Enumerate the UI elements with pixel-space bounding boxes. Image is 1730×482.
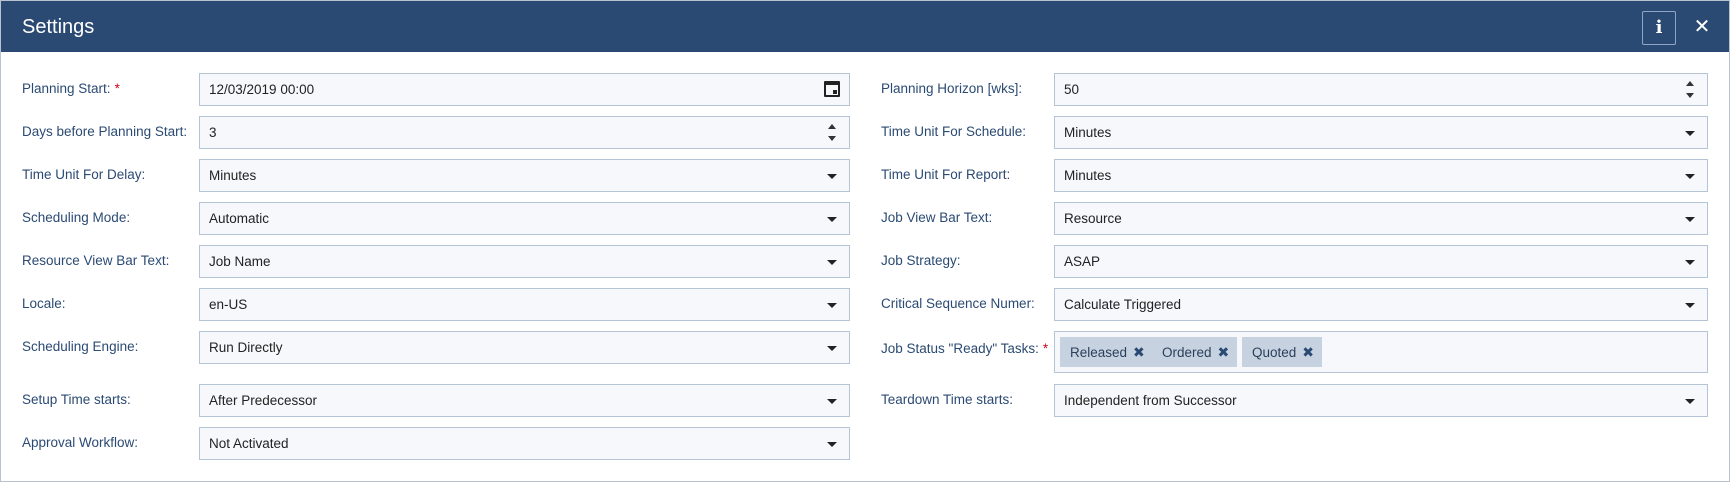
planning-horizon-label: Planning Horizon [wks]: (881, 81, 1023, 96)
tag-quoted: Quoted ✖ (1242, 337, 1323, 367)
time-unit-report-value: Minutes (1064, 168, 1112, 183)
teardown-time-starts-select[interactable]: Independent from Successor (1054, 384, 1708, 417)
job-strategy-select[interactable]: ASAP (1054, 245, 1708, 278)
info-button[interactable]: i (1642, 11, 1676, 45)
resource-view-bar-text-select[interactable]: Job Name (199, 245, 850, 278)
scheduling-engine-label: Scheduling Engine: (22, 339, 139, 354)
days-before-label: Days before Planning Start: (22, 124, 188, 139)
scheduling-mode-label: Scheduling Mode: (22, 210, 131, 225)
locale-label: Locale: (22, 296, 66, 311)
spin-down-icon[interactable] (828, 136, 836, 141)
chevron-down-icon (1685, 399, 1695, 404)
chevron-down-icon (1685, 303, 1695, 308)
planning-start-value: 12/03/2019 00:00 (209, 82, 315, 97)
settings-dialog: Settings i ✕ Planning Start: * 12/03/2019… (0, 0, 1730, 482)
locale-select[interactable]: en-US (199, 288, 850, 321)
time-unit-delay-select[interactable]: Minutes (199, 159, 850, 192)
days-before-spinner[interactable] (827, 121, 839, 145)
chevron-down-icon (827, 303, 837, 308)
teardown-time-starts-label: Teardown Time starts: (881, 392, 1014, 407)
job-status-ready-multiselect[interactable]: Released ✖ Ordered ✖ Quoted ✖ (1054, 331, 1708, 373)
chevron-down-icon (827, 442, 837, 447)
critical-sequence-label: Critical Sequence Numer: (881, 296, 1035, 311)
setup-time-starts-label: Setup Time starts: (22, 392, 131, 407)
approval-workflow-select[interactable]: Not Activated (199, 427, 850, 460)
job-strategy-value: ASAP (1064, 254, 1101, 269)
job-view-bar-text-select[interactable]: Resource (1054, 202, 1708, 235)
chevron-down-icon (827, 217, 837, 222)
locale-value: en-US (209, 297, 248, 312)
calendar-icon[interactable] (824, 81, 840, 97)
close-button[interactable]: ✕ (1689, 13, 1715, 41)
teardown-time-starts-value: Independent from Successor (1064, 393, 1237, 408)
time-unit-schedule-value: Minutes (1064, 125, 1112, 140)
tag-label: Ordered (1162, 345, 1212, 360)
tag-label: Released (1070, 345, 1128, 360)
close-icon: ✕ (1693, 16, 1711, 38)
chevron-down-icon (1685, 217, 1695, 222)
time-unit-schedule-select[interactable]: Minutes (1054, 116, 1708, 149)
days-before-value: 3 (209, 125, 217, 140)
chevron-down-icon (1685, 174, 1695, 179)
chevron-down-icon (1685, 131, 1695, 136)
critical-sequence-select[interactable]: Calculate Triggered (1054, 288, 1708, 321)
required-marker: * (1042, 341, 1049, 356)
chevron-down-icon (827, 346, 837, 351)
job-strategy-label: Job Strategy: (881, 253, 961, 268)
tag-ordered: Ordered ✖ (1152, 337, 1238, 367)
info-icon: i (1655, 17, 1663, 38)
remove-tag-icon[interactable]: ✖ (1302, 344, 1314, 360)
planning-horizon-input[interactable]: 50 (1054, 73, 1708, 106)
chevron-down-icon (827, 260, 837, 265)
time-unit-delay-label: Time Unit For Delay: (22, 167, 146, 182)
approval-workflow-label: Approval Workflow: (22, 435, 139, 450)
job-status-ready-label: Job Status "Ready" Tasks: * (881, 341, 1048, 356)
scheduling-mode-select[interactable]: Automatic (199, 202, 850, 235)
planning-start-label: Planning Start: * (22, 81, 120, 96)
job-view-bar-text-value: Resource (1064, 211, 1122, 226)
spin-up-icon[interactable] (1686, 81, 1694, 86)
spin-up-icon[interactable] (828, 124, 836, 129)
tag-released: Released ✖ (1060, 337, 1153, 367)
critical-sequence-value: Calculate Triggered (1064, 297, 1182, 312)
planning-horizon-spinner[interactable] (1685, 78, 1697, 102)
chevron-down-icon (1685, 260, 1695, 265)
calendar-icon-dot (833, 90, 837, 94)
time-unit-schedule-label: Time Unit For Schedule: (881, 124, 1027, 139)
scheduling-engine-value: Run Directly (209, 340, 283, 355)
setup-time-starts-select[interactable]: After Predecessor (199, 384, 850, 417)
approval-workflow-value: Not Activated (209, 436, 289, 451)
scheduling-engine-select[interactable]: Run Directly (199, 331, 850, 364)
planning-start-input[interactable]: 12/03/2019 00:00 (199, 73, 850, 106)
required-marker: * (114, 81, 120, 96)
planning-start-label-text: Planning Start: (22, 81, 111, 96)
setup-time-starts-value: After Predecessor (209, 393, 318, 408)
planning-horizon-value: 50 (1064, 82, 1080, 97)
dialog-title: Settings (22, 16, 95, 38)
chevron-down-icon (827, 399, 837, 404)
resource-view-bar-text-value: Job Name (209, 254, 271, 269)
tag-label: Quoted (1252, 345, 1297, 360)
scheduling-mode-value: Automatic (209, 211, 270, 226)
job-view-bar-text-label: Job View Bar Text: (881, 210, 993, 225)
chevron-down-icon (827, 174, 837, 179)
dialog-titlebar: Settings i ✕ (1, 1, 1729, 52)
job-status-ready-label-text: Job Status "Ready" Tasks: (881, 341, 1039, 356)
days-before-input[interactable]: 3 (199, 116, 850, 149)
time-unit-delay-value: Minutes (209, 168, 257, 183)
remove-tag-icon[interactable]: ✖ (1218, 344, 1230, 360)
resource-view-bar-text-label: Resource View Bar Text: (22, 253, 170, 268)
time-unit-report-label: Time Unit For Report: (881, 167, 1011, 182)
remove-tag-icon[interactable]: ✖ (1133, 344, 1145, 360)
spin-down-icon[interactable] (1686, 93, 1694, 98)
time-unit-report-select[interactable]: Minutes (1054, 159, 1708, 192)
